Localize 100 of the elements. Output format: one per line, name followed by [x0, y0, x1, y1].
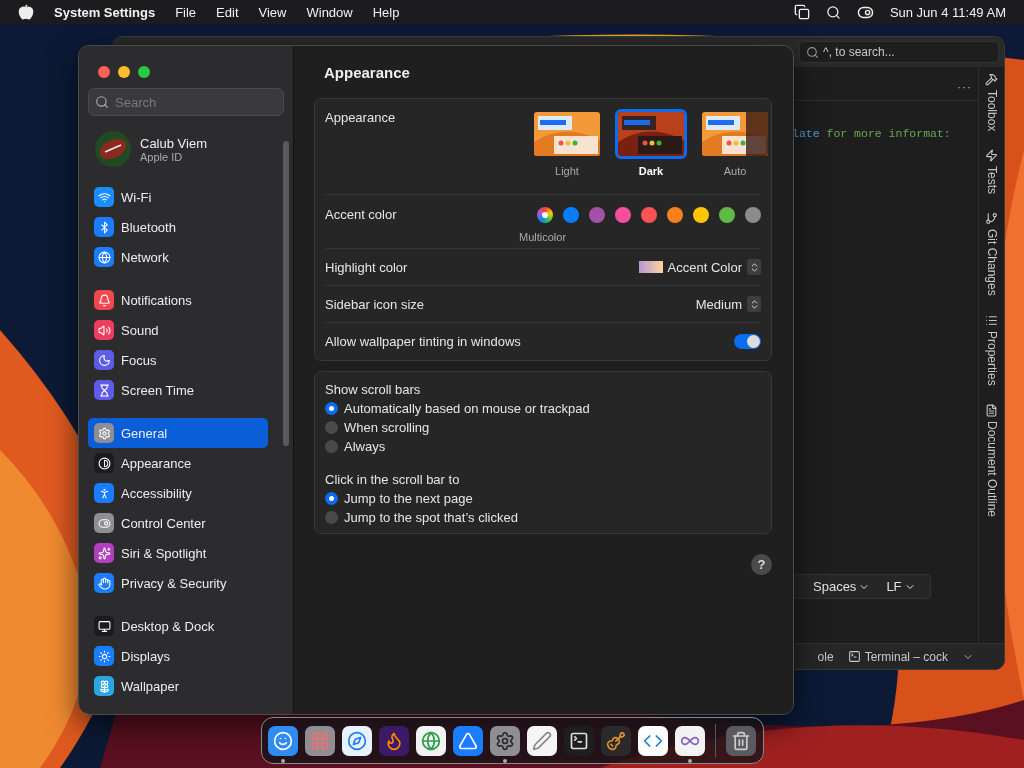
notifications-icon	[94, 290, 114, 310]
football-avatar-icon[interactable]	[94, 130, 132, 168]
search-icon	[95, 95, 109, 109]
accent-swatch[interactable]	[537, 207, 553, 223]
accent-swatch[interactable]	[693, 207, 709, 223]
chrome-app-icon[interactable]	[416, 725, 446, 756]
radio-option[interactable]: When scrolling	[325, 419, 761, 435]
sidebar-item[interactable]: Sound	[88, 315, 268, 345]
terminal-icon	[847, 650, 861, 663]
search-field[interactable]: Search	[88, 88, 284, 116]
toggle-switch[interactable]	[734, 334, 761, 349]
trash-app-icon[interactable]	[726, 725, 756, 756]
menu-item[interactable]: File	[175, 4, 197, 20]
minimize-button[interactable]	[118, 66, 130, 78]
accent-swatch[interactable]	[563, 207, 579, 223]
radio-option[interactable]: Automatically based on mouse or trackpad	[325, 400, 761, 416]
side-tab[interactable]: Toolbox	[984, 73, 999, 132]
close-button[interactable]	[98, 66, 110, 78]
sidebar-item[interactable]: Network	[88, 242, 268, 272]
scroll-bar[interactable]	[283, 141, 289, 446]
garageband-app-icon[interactable]	[601, 725, 631, 756]
menu-item[interactable]: Window	[306, 4, 353, 20]
sidebar-item[interactable]: Bluetooth	[88, 212, 268, 242]
section-label: Show scroll bars	[325, 382, 422, 397]
stepper-icon	[747, 259, 761, 275]
radio-option[interactable]: Always	[325, 438, 761, 454]
windows-icon[interactable]	[793, 4, 810, 20]
search-field[interactable]: ^, to search...	[799, 41, 999, 63]
sidebar-item[interactable]: Control Center	[88, 508, 268, 538]
more-button[interactable]: ···	[957, 79, 972, 94]
sidebar-item[interactable]: Privacy & Security	[88, 568, 268, 598]
network-icon	[94, 247, 114, 267]
search-icon[interactable]	[825, 4, 841, 20]
radio-option[interactable]: Jump to the next page	[325, 490, 761, 506]
tests-icon	[985, 149, 998, 163]
menu-item[interactable]: View	[258, 4, 287, 20]
firefox-app-icon[interactable]	[379, 725, 409, 756]
accent-swatch[interactable]	[667, 207, 683, 223]
side-tab[interactable]: Properties	[984, 314, 999, 386]
account-name[interactable]: Calub Viem	[140, 135, 207, 151]
radio-option[interactable]: Jump to the spot that’s clicked	[325, 509, 761, 525]
sidebar-item[interactable]: Wi-Fi	[88, 182, 268, 212]
sidebar-item[interactable]: Screen Time	[88, 375, 268, 405]
sidebar-item[interactable]: Siri & Spotlight	[88, 538, 268, 568]
settings-app-icon[interactable]	[490, 725, 520, 756]
appstore-app-icon[interactable]	[453, 725, 483, 756]
accent-swatch[interactable]	[615, 207, 631, 223]
sidebar-item[interactable]: General	[88, 418, 268, 448]
terminal-app-icon[interactable]	[564, 725, 594, 756]
sound-icon	[94, 320, 114, 340]
radio-button[interactable]	[325, 401, 338, 415]
vscode-app-icon[interactable]	[638, 725, 668, 756]
sidebar-item[interactable]: Accessibility	[88, 478, 268, 508]
sidebar-item[interactable]: Desktop & Dock	[88, 611, 268, 641]
radio-button[interactable]	[325, 420, 338, 434]
account-subtitle: Apple ID	[140, 150, 184, 163]
icon-size-popup[interactable]: Medium	[695, 296, 761, 312]
bluetooth-icon	[94, 217, 114, 237]
accent-swatch[interactable]	[641, 207, 657, 223]
menu-item[interactable]: Edit	[216, 4, 239, 20]
status-dropdown[interactable]: Spaces	[813, 579, 871, 594]
sidebar-item[interactable]: Displays	[88, 641, 268, 671]
panel-tab[interactable]: ole	[817, 649, 834, 664]
stepper-icon	[747, 296, 761, 312]
apple-logo-icon[interactable]	[18, 4, 34, 20]
wifi-icon	[94, 187, 114, 207]
visualstudio-app-icon[interactable]	[675, 725, 705, 756]
accessibility-icon	[94, 483, 114, 503]
menu-item[interactable]: Help	[372, 4, 400, 20]
status-dropdown[interactable]: LF	[886, 579, 916, 594]
sidebar-item[interactable]: Notifications	[88, 285, 268, 315]
setting-label: Allow wallpaper tinting in windows	[325, 334, 521, 349]
panel-tab[interactable]: Terminal – cock	[847, 649, 948, 664]
accent-swatch[interactable]	[745, 207, 761, 223]
privacy-icon	[94, 573, 114, 593]
menu-clock[interactable]: Sun Jun 4 11:49 AM	[889, 4, 1006, 20]
side-tab[interactable]: Tests	[984, 149, 999, 195]
radio-button[interactable]	[325, 491, 338, 505]
zoom-button[interactable]	[138, 66, 150, 78]
side-tab[interactable]: Git Changes	[984, 212, 999, 297]
sidebar-item[interactable]: Wallpaper	[88, 671, 268, 701]
siri-icon	[94, 543, 114, 563]
finder-app-icon[interactable]	[268, 725, 298, 756]
sidebar-item[interactable]: Appearance	[88, 448, 268, 478]
app-menu[interactable]: System Settings	[54, 4, 156, 20]
properties-icon	[985, 314, 998, 328]
setting-label: Accent color	[325, 207, 397, 222]
radio-button[interactable]	[325, 439, 338, 453]
help-button[interactable]: ?	[751, 554, 772, 575]
displays-icon	[94, 646, 114, 666]
sidebar-item[interactable]: Focus	[88, 345, 268, 375]
safari-app-icon[interactable]	[342, 725, 372, 756]
launchpad-app-icon[interactable]	[305, 725, 335, 756]
highlight-popup[interactable]: Accent Color	[638, 259, 761, 275]
radio-button[interactable]	[325, 510, 338, 524]
side-tab[interactable]: Document Outline	[984, 403, 999, 517]
textedit-app-icon[interactable]	[527, 725, 557, 756]
wallpaper-icon	[94, 676, 114, 696]
accent-swatch[interactable]	[719, 207, 735, 223]
accent-swatch[interactable]	[589, 207, 605, 223]
